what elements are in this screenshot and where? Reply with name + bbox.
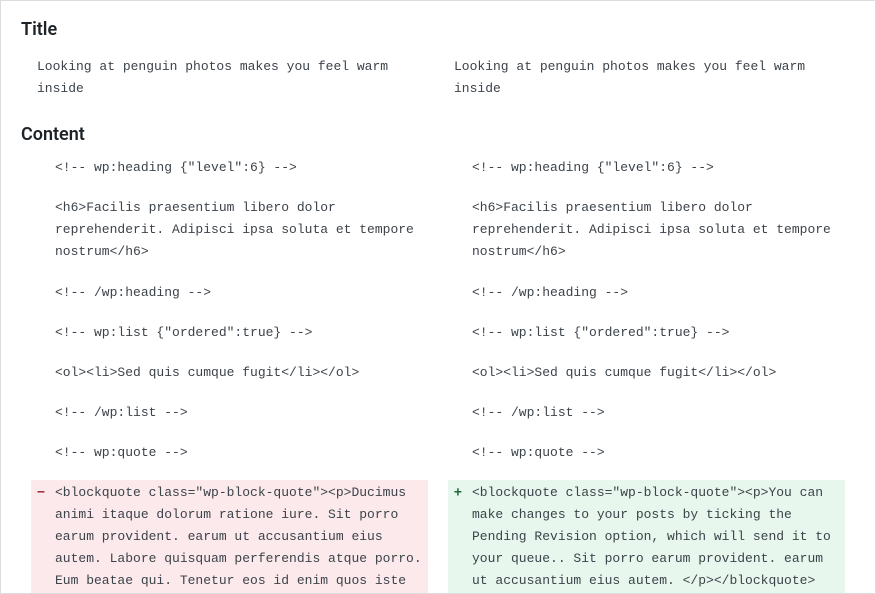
diff-line-text: <blockquote class="wp-block-quote"><p>Du… [55,485,429,588]
content-new-column: <!-- wp:heading {"level":6} --> <h6>Facil… [438,155,855,594]
content-diff-row: <!-- wp:heading {"level":6} --> <h6>Facil… [21,155,855,594]
diff-line-new: <ol><li>Sed quis cumque fugit</li></ol> [448,360,845,386]
diff-line-old: <!-- wp:quote --> [31,440,428,466]
diff-line-text: <!-- /wp:list --> [55,405,188,420]
diff-line-text: <!-- /wp:list --> [472,405,605,420]
diff-line-old: <!-- wp:heading {"level":6} --> [31,155,428,181]
diff-line-new: <!-- wp:heading {"level":6} --> [448,155,845,181]
diff-line-text: <!-- wp:quote --> [472,445,605,460]
diff-line-text: <!-- wp:heading {"level":6} --> [55,160,297,175]
diff-line-text: <ol><li>Sed quis cumque fugit</li></ol> [472,365,776,380]
diff-line-old: <ol><li>Sed quis cumque fugit</li></ol> [31,360,428,386]
section-heading-title: Title [21,19,855,40]
diff-line-old: <!-- /wp:list --> [31,400,428,426]
diff-line-old: <!-- /wp:heading --> [31,280,428,306]
title-old-column: Looking at penguin photos makes you feel… [21,50,438,106]
diff-line-text: <blockquote class="wp-block-quote"><p>Yo… [472,485,839,588]
diff-line-new: <!-- /wp:heading --> [448,280,845,306]
diff-line-old: <!-- wp:list {"ordered":true} --> [31,320,428,346]
diff-line-text: <!-- wp:list {"ordered":true} --> [472,325,729,340]
diff-line-text: <!-- /wp:heading --> [472,285,628,300]
plus-icon: + [454,482,462,504]
diff-line-text: <!-- /wp:heading --> [55,285,211,300]
diff-line-new: + <blockquote class="wp-block-quote"><p>Y… [448,480,845,594]
title-new-column: Looking at penguin photos makes you feel… [438,50,855,106]
diff-line-new: <!-- /wp:list --> [448,400,845,426]
diff-line-text: <!-- wp:heading {"level":6} --> [472,160,714,175]
title-diff-row: Looking at penguin photos makes you feel… [21,50,855,106]
diff-line-old: <h6>Facilis praesentium libero dolor rep… [31,195,428,265]
content-old-column: <!-- wp:heading {"level":6} --> <h6>Facil… [21,155,438,594]
title-new-value: Looking at penguin photos makes you feel… [448,50,845,106]
diff-line-text: <h6>Facilis praesentium libero dolor rep… [472,200,839,259]
title-old-value: Looking at penguin photos makes you feel… [31,50,428,106]
minus-icon: − [37,482,45,504]
section-heading-content: Content [21,124,855,145]
diff-line-old: −<blockquote class="wp-block-quote"><p>D… [31,480,428,594]
diff-line-new: <!-- wp:quote --> [448,440,845,466]
diff-line-new: <h6>Facilis praesentium libero dolor rep… [448,195,845,265]
revision-compare-card: Title Looking at penguin photos makes yo… [0,0,876,594]
diff-line-new: <!-- wp:list {"ordered":true} --> [448,320,845,346]
diff-line-text: <h6>Facilis praesentium libero dolor rep… [55,200,422,259]
diff-line-text: <!-- wp:list {"ordered":true} --> [55,325,312,340]
diff-line-text: <ol><li>Sed quis cumque fugit</li></ol> [55,365,359,380]
diff-line-text: <!-- wp:quote --> [55,445,188,460]
